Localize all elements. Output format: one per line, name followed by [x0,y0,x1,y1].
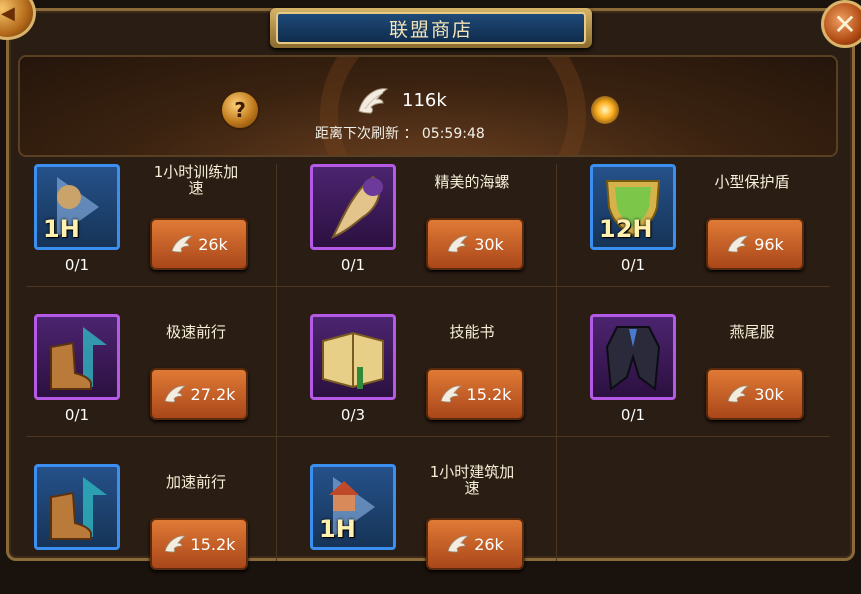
item-name: 极速前行 [165,323,226,341]
back-arrow-icon: ◀ [1,3,15,24]
close-button[interactable]: ✕ [821,0,861,48]
price-label: 96k [754,234,784,254]
refresh-timer: 距离下次刷新 ： 05:59:48 [315,126,485,142]
shop-item: 0/1 精美的海螺 30k [302,156,552,294]
column-divider [556,164,557,561]
lamp-icon [591,96,619,124]
item-name: 技能书 [449,323,495,341]
buy-button[interactable]: 96k [706,218,804,270]
item-name: 1小时建筑加 速 [429,463,515,497]
price-label: 27.2k [190,384,236,404]
purchase-count: 0/1 [64,256,90,274]
building-speedup-icon[interactable]: 1H [310,464,396,550]
item-name: 加速前行 [165,473,226,491]
training-speedup-icon[interactable]: 1H [34,164,120,250]
boots-icon[interactable] [34,314,120,400]
wing-currency-icon [447,535,470,553]
wing-currency-icon [358,88,389,114]
price-label: 26k [474,534,504,554]
conch-shell-icon[interactable] [310,164,396,250]
shop-item: 0/1 燕尾服 30k [582,306,832,444]
wing-currency-icon [164,385,186,403]
shop-item: 12H 0/1 小型保护盾 96k [582,156,832,294]
close-icon: ✕ [833,7,857,41]
page-title: 联盟商店 [276,12,586,44]
shield-icon[interactable]: 12H [590,164,676,250]
title-plate: 联盟商店 [270,8,592,48]
currency-amount: 116k [402,90,447,111]
purchase-count: 0/1 [340,256,366,274]
price-label: 15.2k [466,384,512,404]
item-name: 小型保护盾 [714,173,790,191]
shop-item: 1H 0/1 1小时训练加 速 26k [26,156,276,294]
shop-item: 加速前行 15.2k [26,456,276,594]
wing-currency-icon [727,235,750,253]
item-grid: 1H 0/1 1小时训练加 速 26k 0/1 精美的海螺 30k 12H 0/1 小型保护盾 96… [26,164,832,570]
purchase-count: 0/3 [340,406,366,424]
buy-button[interactable]: 30k [706,368,804,420]
help-button[interactable]: ? [220,90,260,130]
price-label: 30k [474,234,504,254]
price-label: 30k [754,384,784,404]
question-icon: ? [234,98,246,122]
buy-button[interactable]: 27.2k [150,368,248,420]
purchase-count: 0/1 [620,406,646,424]
duration-badge: 1H [319,515,356,543]
item-name: 燕尾服 [729,323,775,341]
item-name: 1小时训练加 速 [153,163,239,197]
price-label: 26k [198,234,228,254]
skill-book-icon[interactable] [310,314,396,400]
duration-badge: 12H [599,215,653,243]
duration-badge: 1H [43,215,80,243]
buy-button[interactable]: 26k [426,518,524,570]
purchase-count: 0/1 [620,256,646,274]
column-divider [276,164,277,561]
buy-button[interactable]: 15.2k [426,368,524,420]
purchase-count: 0/1 [64,406,90,424]
price-label: 15.2k [190,534,236,554]
tailcoat-icon[interactable] [590,314,676,400]
boots-icon[interactable] [34,464,120,550]
buy-button[interactable]: 30k [426,218,524,270]
shop-item: 1H 1小时建筑加 速 26k [302,456,552,594]
buy-button[interactable]: 15.2k [150,518,248,570]
item-name: 精美的海螺 [434,173,510,191]
wing-currency-icon [440,385,462,403]
wing-currency-icon [727,385,750,403]
wing-currency-icon [164,535,186,553]
wing-currency-icon [171,235,194,253]
shop-item: 0/3 技能书 15.2k [302,306,552,444]
buy-button[interactable]: 26k [150,218,248,270]
wing-currency-icon [447,235,470,253]
shop-item: 0/1 极速前行 27.2k [26,306,276,444]
